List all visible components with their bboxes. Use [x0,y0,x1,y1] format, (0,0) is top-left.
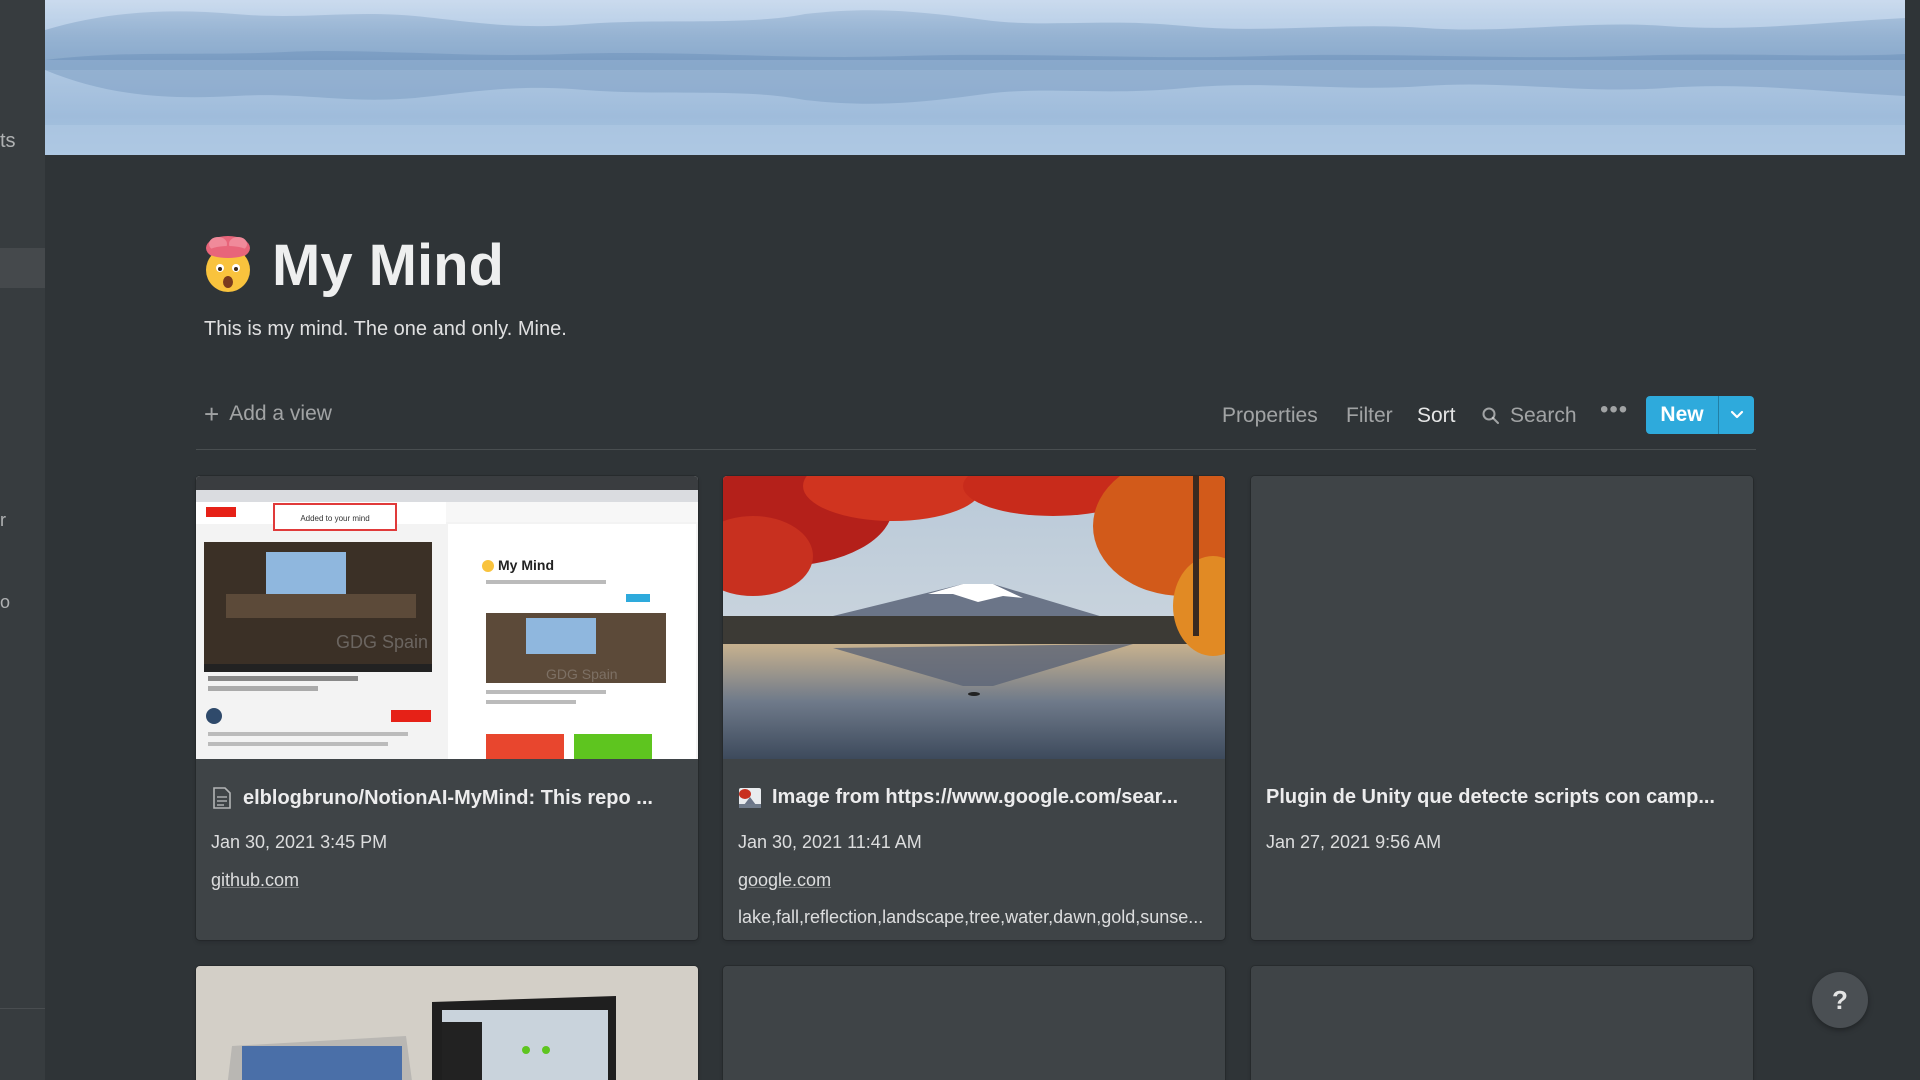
thumb-my-mind-title: My Mind [498,557,554,573]
plus-icon: + [204,399,220,429]
search-icon [1482,407,1499,424]
card-title[interactable]: Plugin de Unity que detecte scripts con … [1266,786,1741,809]
thumb-added-label: Added to your mind [300,514,369,523]
card-cover-empty [1251,476,1753,759]
thumb-slide-text-right: GDG Spain [546,666,618,682]
toolbar-divider [196,449,1756,450]
page-title[interactable]: My Mind [272,232,504,299]
card-title[interactable]: elblogbruno/NotionAI-MyMind: This repo .… [211,786,686,810]
search-label: Search [1510,404,1577,427]
help-button[interactable]: ? [1812,972,1868,1028]
gallery-card[interactable] [196,966,698,1080]
properties-button[interactable]: Properties [1222,404,1318,428]
sidebar-selected-item[interactable] [0,248,45,288]
sidebar: ts r o [0,0,45,1080]
exploding-head-icon [206,236,250,292]
page-icon-emoji[interactable] [198,234,258,294]
screenshot-image: Added to your mind GDG Spain My Mind GDG… [196,476,698,759]
card-title[interactable]: Image from https://www.google.com/sear..… [738,786,1213,809]
new-button[interactable]: New [1646,396,1718,434]
card-cover-image [723,476,1225,759]
page-icon [213,787,231,809]
laptop-photo-image [196,966,698,1080]
card-title-text: elblogbruno/NotionAI-MyMind: This repo .… [243,786,653,809]
image-icon [739,787,761,808]
more-options-icon[interactable]: ••• [1600,396,1628,424]
sort-button[interactable]: Sort [1417,404,1456,428]
filter-button[interactable]: Filter [1346,404,1393,428]
card-url[interactable]: github.com [211,870,686,891]
sidebar-fragment[interactable]: ts [0,130,16,153]
card-title-text: Plugin de Unity que detecte scripts con … [1266,786,1715,808]
sidebar-fragment[interactable]: o [0,592,10,613]
new-button-group: New [1646,396,1754,434]
new-dropdown-button[interactable] [1719,396,1754,434]
card-date: Jan 27, 2021 9:56 AM [1266,832,1442,852]
page-description[interactable]: This is my mind. The one and only. Mine. [204,318,567,341]
chevron-down-icon [1730,410,1743,419]
database-toolbar: + Add a view Properties Filter Sort Sear… [196,392,1756,450]
card-date: Jan 30, 2021 3:45 PM [211,832,388,852]
cover-lake-image [45,0,1905,155]
add-view-button[interactable]: + Add a view [204,399,332,429]
gallery-card[interactable]: Added to your mind GDG Spain My Mind GDG… [196,476,698,940]
search-button[interactable]: Search [1482,404,1577,428]
card-cover-screenshot: Added to your mind GDG Spain My Mind GDG… [196,476,698,759]
mount-fuji-image [723,476,1225,759]
gallery-card[interactable]: Plugin de Unity que detecte scripts con … [1251,476,1753,940]
page-cover[interactable] [45,0,1905,155]
gallery-card[interactable] [1251,966,1753,1080]
gallery-card[interactable]: Image from https://www.google.com/sear..… [723,476,1225,940]
gallery-card[interactable] [723,966,1225,1080]
sidebar-divider [0,1008,45,1009]
card-title-text: Image from https://www.google.com/sear..… [772,786,1178,808]
card-url[interactable]: google.com [738,870,1213,891]
add-view-label: Add a view [229,402,332,425]
card-date: Jan 30, 2021 11:41 AM [738,832,922,852]
sidebar-fragment[interactable]: r [0,510,6,531]
thumb-slide-text-left: GDG Spain [336,632,428,652]
card-tags: lake,fall,reflection,landscape,tree,wate… [738,907,1204,927]
